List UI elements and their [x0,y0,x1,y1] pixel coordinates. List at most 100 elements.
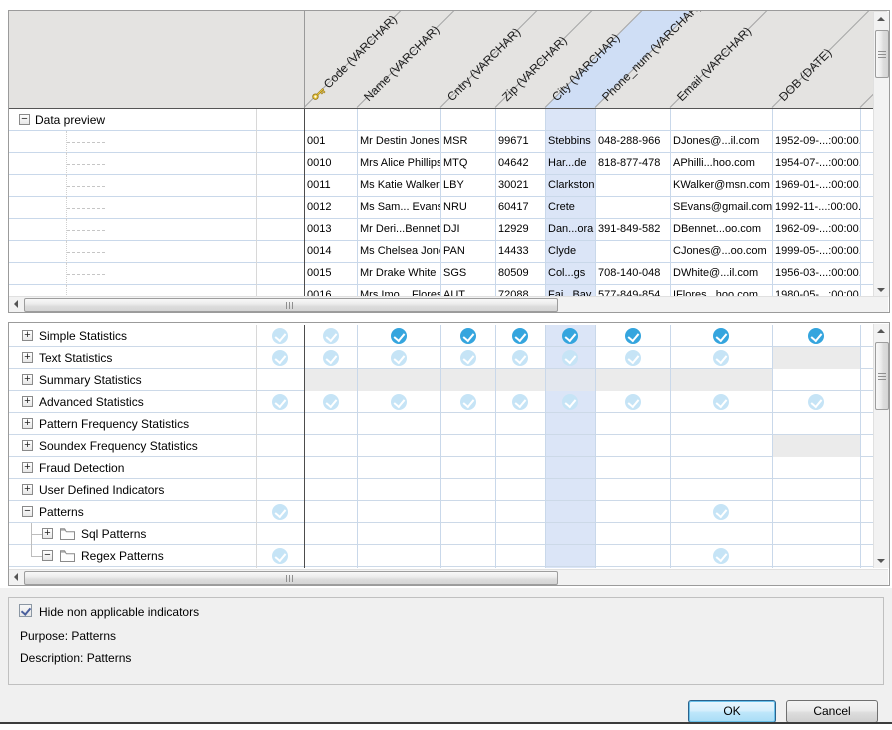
indicator-cell-email[interactable] [670,523,772,545]
indicator-cell-email[interactable] [670,369,772,391]
indicator-cell-zip[interactable] [495,479,545,501]
indicator-cell-email[interactable] [670,391,772,413]
expand-toggle[interactable]: + [42,528,53,539]
indicator-cell-name[interactable] [357,479,440,501]
indicator-cell-row[interactable] [256,369,304,391]
indicator-label-cell[interactable]: + Pattern Frequency Statistics [9,413,256,435]
scroll-down-button[interactable] [874,554,888,568]
indicator-cell-dob[interactable] [772,413,860,435]
column-header-dob[interactable]: DOB (DATE) [776,46,834,104]
indicator-cell-code[interactable] [304,413,357,435]
indicator-label-cell[interactable]: − Regex Patterns [9,545,256,567]
indicator-cell-email[interactable] [670,413,772,435]
scrollbar-thumb[interactable] [875,342,889,410]
indicator-cell-code[interactable] [304,347,357,369]
scrollbar-thumb[interactable] [24,571,558,585]
indicator-cell-cntry[interactable] [440,435,495,457]
indicator-label-cell[interactable]: + Text Statistics [9,347,256,369]
indicator-cell-row[interactable] [256,347,304,369]
indicator-cell-city[interactable] [545,369,595,391]
indicator-cell-code[interactable] [304,391,357,413]
indicator-cell-email[interactable] [670,347,772,369]
indicator-horizontal-scrollbar[interactable] [9,569,888,585]
indicator-cell-row[interactable] [256,545,304,567]
expand-toggle[interactable]: + [22,440,33,451]
expand-toggle[interactable]: − [42,550,53,561]
indicator-cell-cntry[interactable] [440,369,495,391]
indicator-cell-dob[interactable] [772,369,860,391]
indicator-cell-phone[interactable] [595,347,670,369]
indicator-cell-dob[interactable] [772,347,860,369]
indicator-cell-zip[interactable] [495,457,545,479]
indicator-cell-code[interactable] [304,501,357,523]
indicator-cell-name[interactable] [357,347,440,369]
indicator-cell-phone[interactable] [595,545,670,567]
indicator-cell-cntry[interactable] [440,545,495,567]
indicator-cell-zip[interactable] [495,435,545,457]
indicator-cell-cntry[interactable] [440,479,495,501]
indicator-cell-cntry[interactable] [440,523,495,545]
indicator-label-cell[interactable]: − Patterns [9,501,256,523]
scrollbar-thumb[interactable] [24,298,558,312]
indicator-cell-name[interactable] [357,325,440,347]
preview-horizontal-scrollbar[interactable] [9,296,888,312]
indicator-cell-code[interactable] [304,545,357,567]
indicator-cell-dob[interactable] [772,501,860,523]
indicator-label-cell[interactable]: + Advanced Statistics [9,391,256,413]
indicator-label-cell[interactable]: + User Defined Indicators [9,479,256,501]
expand-toggle[interactable]: + [22,418,33,429]
indicator-cell-zip[interactable] [495,545,545,567]
indicator-cell-city[interactable] [545,325,595,347]
indicator-label-cell[interactable]: + Simple Statistics [9,325,256,347]
indicator-cell-city[interactable] [545,479,595,501]
indicator-cell-code[interactable] [304,369,357,391]
indicator-label-cell[interactable]: + Sql Patterns [9,523,256,545]
indicator-cell-cntry[interactable] [440,501,495,523]
indicator-cell-city[interactable] [545,347,595,369]
preview-vertical-scrollbar[interactable] [873,12,889,297]
indicator-cell-cntry[interactable] [440,413,495,435]
indicator-cell-email[interactable] [670,545,772,567]
indicator-cell-cntry[interactable] [440,347,495,369]
indicator-cell-dob[interactable] [772,457,860,479]
scroll-down-button[interactable] [874,283,888,297]
indicator-cell-code[interactable] [304,435,357,457]
indicator-cell-zip[interactable] [495,391,545,413]
indicator-cell-city[interactable] [545,501,595,523]
indicator-cell-dob[interactable] [772,325,860,347]
scroll-up-button[interactable] [874,324,888,338]
column-header-code[interactable]: Code (VARCHAR) [308,12,400,104]
indicator-cell-city[interactable] [545,413,595,435]
indicator-label-cell[interactable]: + Fraud Detection [9,457,256,479]
indicator-cell-name[interactable] [357,545,440,567]
indicator-cell-email[interactable] [670,325,772,347]
expand-toggle[interactable]: + [22,484,33,495]
hide-indicators-checkbox[interactable] [19,604,32,617]
indicator-cell-email[interactable] [670,479,772,501]
indicator-cell-zip[interactable] [495,523,545,545]
scroll-left-button[interactable] [9,570,23,584]
indicator-cell-row[interactable] [256,435,304,457]
indicator-cell-phone[interactable] [595,479,670,501]
indicator-cell-phone[interactable] [595,457,670,479]
expand-toggle[interactable]: + [22,396,33,407]
indicator-cell-dob[interactable] [772,545,860,567]
indicator-cell-name[interactable] [357,457,440,479]
indicator-cell-row[interactable] [256,325,304,347]
indicator-cell-dob[interactable] [772,523,860,545]
expand-toggle[interactable]: + [22,462,33,473]
indicator-cell-city[interactable] [545,523,595,545]
scroll-left-button[interactable] [9,297,23,311]
indicator-cell-phone[interactable] [595,523,670,545]
indicator-vertical-scrollbar[interactable] [873,324,889,568]
indicator-cell-name[interactable] [357,391,440,413]
indicator-cell-email[interactable] [670,457,772,479]
indicator-cell-row[interactable] [256,523,304,545]
indicator-cell-dob[interactable] [772,435,860,457]
indicator-cell-dob[interactable] [772,479,860,501]
indicator-cell-code[interactable] [304,457,357,479]
indicator-cell-row[interactable] [256,479,304,501]
expand-toggle[interactable]: + [22,330,33,341]
expand-toggle[interactable]: + [22,374,33,385]
ok-button[interactable]: OK [688,700,776,723]
